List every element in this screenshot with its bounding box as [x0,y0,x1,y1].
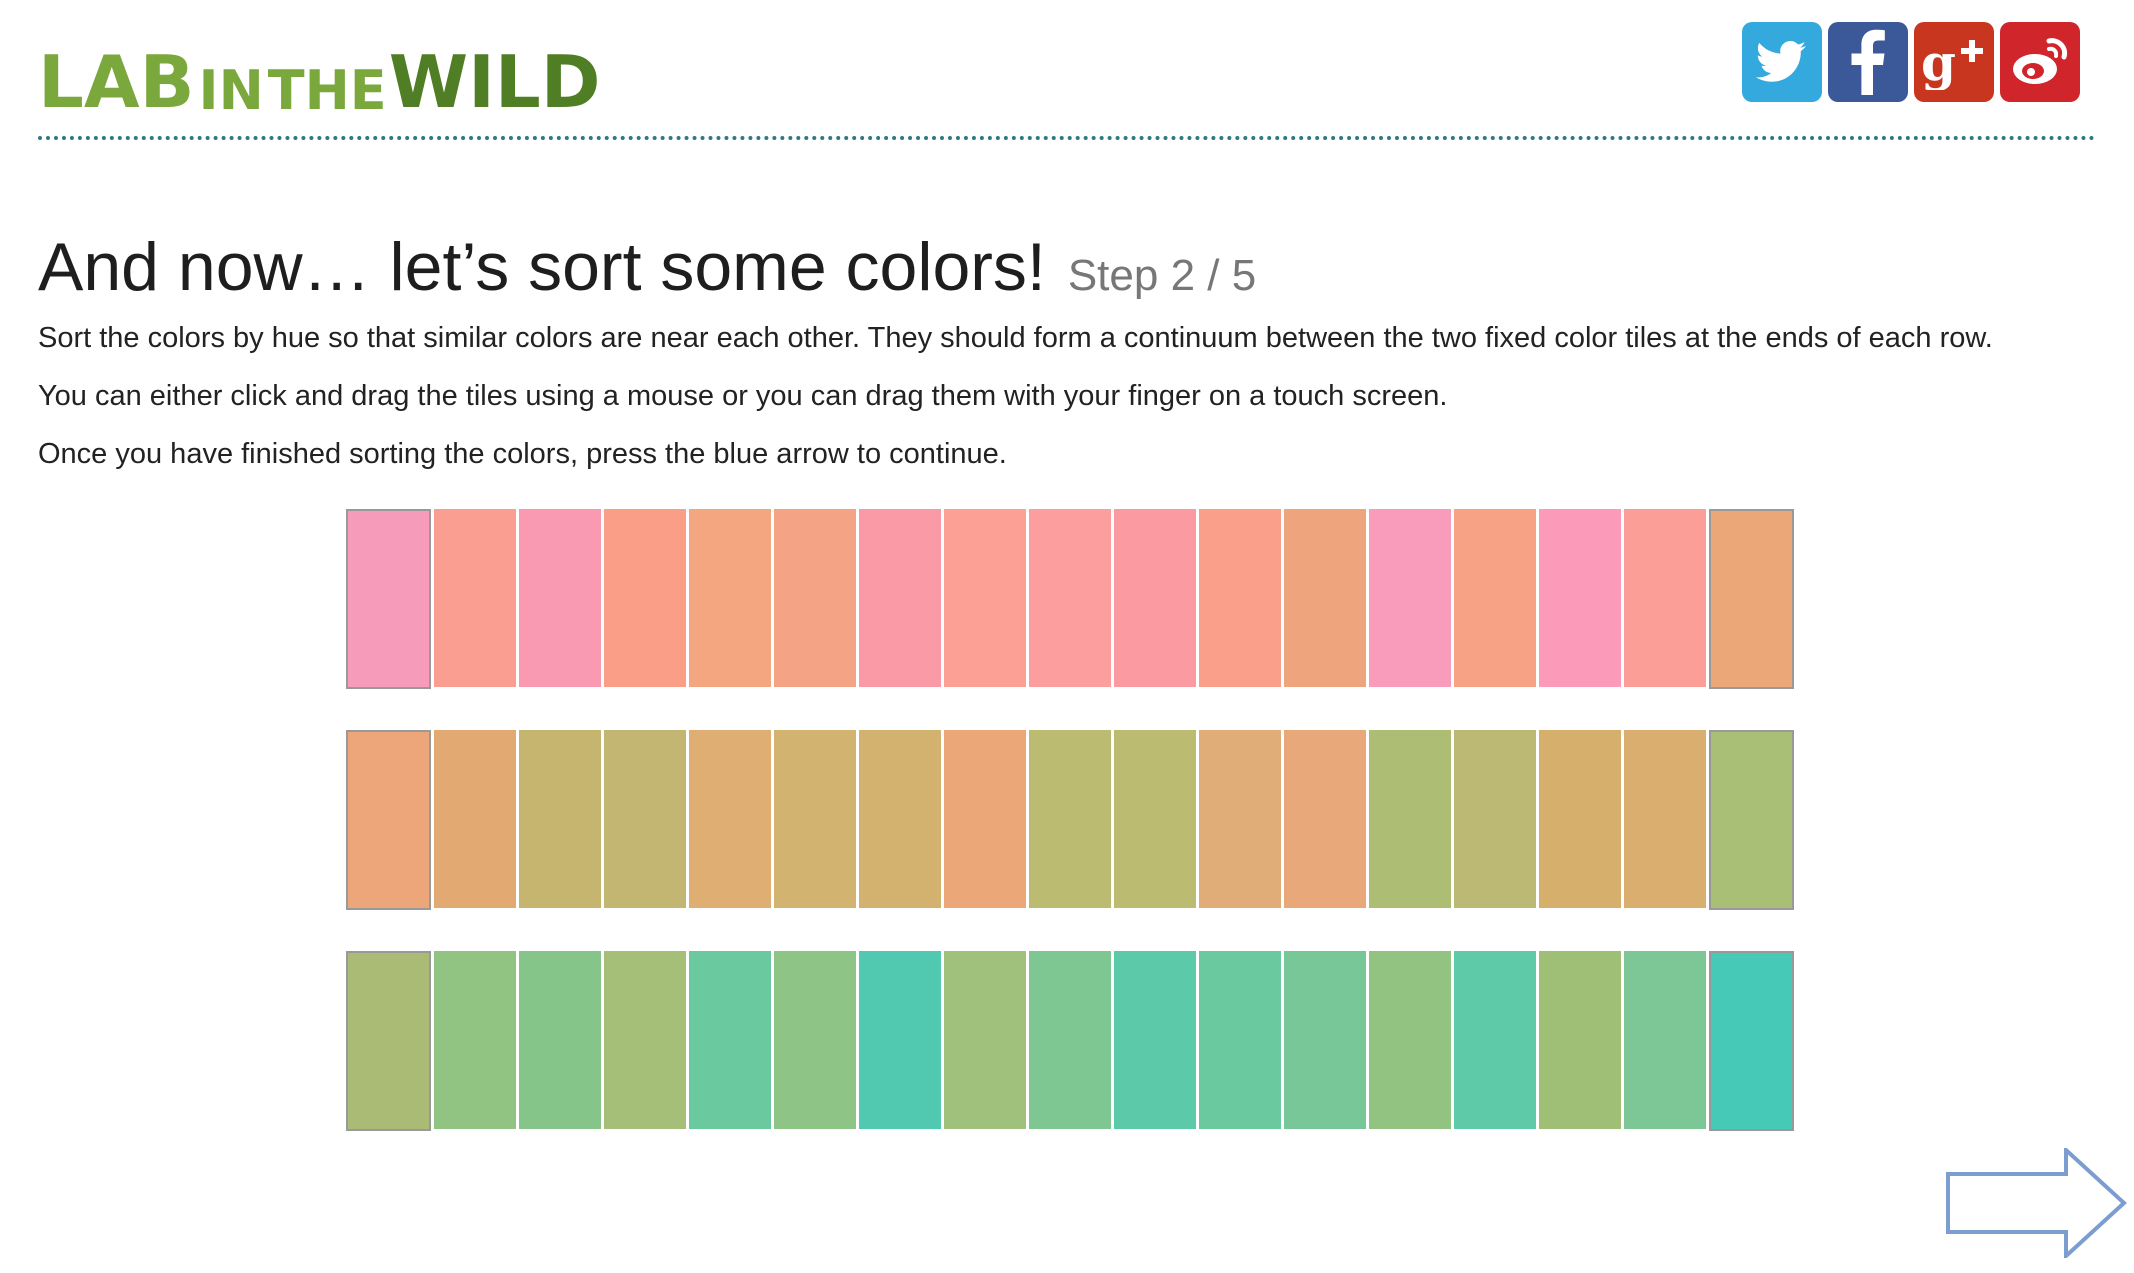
draggable-color-tile[interactable] [1624,509,1706,687]
draggable-color-tile[interactable] [604,730,686,908]
draggable-color-tile[interactable] [944,951,1026,1129]
weibo-button[interactable] [2000,22,2080,102]
draggable-color-tile[interactable] [1454,951,1536,1129]
draggable-color-tile[interactable] [1369,730,1451,908]
draggable-color-tile[interactable] [774,951,856,1129]
draggable-color-tile[interactable] [774,730,856,908]
draggable-color-tile[interactable] [434,951,516,1129]
twitter-button[interactable] [1742,22,1822,102]
fixed-color-tile [346,951,431,1131]
draggable-color-tile[interactable] [1624,730,1706,908]
color-row [346,951,1794,1131]
fixed-color-tile [346,509,431,689]
draggable-color-tile[interactable] [434,509,516,687]
draggable-color-tile[interactable] [1369,951,1451,1129]
instruction-2: You can either click and drag the tiles … [38,380,1448,412]
draggable-color-tile[interactable] [519,509,601,687]
logo-text-the: THE [267,59,387,122]
draggable-color-tile[interactable] [689,730,771,908]
draggable-color-tile[interactable] [1114,730,1196,908]
draggable-color-tile[interactable] [1284,730,1366,908]
logo-text-wild: WILD [388,40,601,124]
google-plus-icon: g [1921,34,1983,90]
draggable-color-tile[interactable] [1539,509,1621,687]
facebook-button[interactable] [1828,22,1908,102]
facebook-icon [1851,29,1885,95]
weibo-icon [2013,38,2068,84]
next-arrow-button[interactable] [1944,1145,2128,1261]
header-divider [38,136,2096,140]
draggable-color-tile[interactable] [689,509,771,687]
draggable-color-tile[interactable] [1284,509,1366,687]
fixed-color-tile [1709,730,1794,910]
draggable-color-tile[interactable] [944,509,1026,687]
draggable-color-tile[interactable] [689,951,771,1129]
right-arrow-icon [1946,1145,2127,1261]
draggable-color-tile[interactable] [519,730,601,908]
step-indicator: Step 2 / 5 [1067,251,1257,300]
header: LAB IN THE WILD g [0,0,2134,145]
draggable-color-tile[interactable] [519,951,601,1129]
draggable-color-tile[interactable] [1029,509,1111,687]
page-title: And now… let’s sort some colors! [38,229,1046,305]
draggable-color-tile[interactable] [604,951,686,1129]
draggable-color-tile[interactable] [859,509,941,687]
color-row [346,730,1794,910]
draggable-color-tile[interactable] [1539,951,1621,1129]
draggable-color-tile[interactable] [1114,509,1196,687]
instruction-3: Once you have finished sorting the color… [38,438,1007,470]
logo-text-lab: LAB [38,40,195,124]
draggable-color-tile[interactable] [1284,951,1366,1129]
twitter-icon [1756,41,1806,82]
draggable-color-tile[interactable] [1624,951,1706,1129]
title-row: And now… let’s sort some colors! Step 2 … [38,228,1256,306]
draggable-color-tile[interactable] [1369,509,1451,687]
google-plus-button[interactable]: g [1914,22,1994,102]
draggable-color-tile[interactable] [1029,730,1111,908]
lab-in-the-wild-logo[interactable]: LAB IN THE WILD [38,28,601,118]
draggable-color-tile[interactable] [1029,951,1111,1129]
color-row [346,509,1794,689]
draggable-color-tile[interactable] [604,509,686,687]
draggable-color-tile[interactable] [1454,730,1536,908]
draggable-color-tile[interactable] [434,730,516,908]
draggable-color-tile[interactable] [774,509,856,687]
instruction-1: Sort the colors by hue so that similar c… [38,322,1993,354]
draggable-color-tile[interactable] [1199,951,1281,1129]
draggable-color-tile[interactable] [859,951,941,1129]
draggable-color-tile[interactable] [1539,730,1621,908]
draggable-color-tile[interactable] [944,730,1026,908]
draggable-color-tile[interactable] [859,730,941,908]
svg-text:g: g [1921,34,1956,90]
draggable-color-tile[interactable] [1114,951,1196,1129]
draggable-color-tile[interactable] [1199,730,1281,908]
draggable-color-tile[interactable] [1199,509,1281,687]
logo-text-in: IN [198,59,264,122]
fixed-color-tile [1709,509,1794,689]
social-share-bar: g [1742,22,2080,102]
draggable-color-tile[interactable] [1454,509,1536,687]
fixed-color-tile [346,730,431,910]
fixed-color-tile [1709,951,1794,1131]
